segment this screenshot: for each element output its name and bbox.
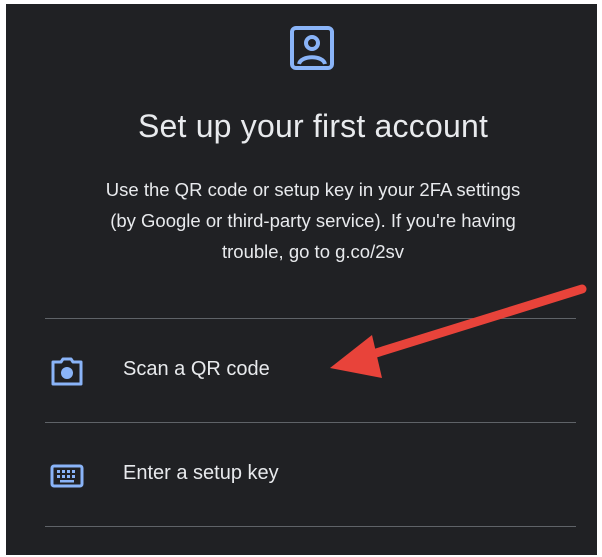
description-line: trouble, go to g.co/2sv [221, 241, 405, 262]
divider [45, 526, 576, 527]
enter-setup-key-option[interactable]: Enter a setup key [45, 424, 576, 526]
description: Use the QR code or setup key in your 2FA… [38, 174, 588, 267]
option-label: Enter a setup key [123, 462, 279, 484]
description-line: (by Google or third-party service). If y… [110, 210, 516, 231]
scan-qr-code-option[interactable]: Scan a QR code [45, 320, 576, 422]
camera-icon [51, 357, 83, 386]
divider [45, 422, 576, 423]
keyboard-icon [50, 464, 84, 488]
divider [45, 318, 576, 319]
setup-screen: Set up your first account Use the QR cod… [6, 4, 597, 555]
description-line: Use the QR code or setup key in your 2FA… [105, 179, 521, 200]
option-label: Scan a QR code [123, 358, 270, 380]
page-title: Set up your first account [137, 108, 489, 144]
account-box-icon [290, 26, 334, 70]
